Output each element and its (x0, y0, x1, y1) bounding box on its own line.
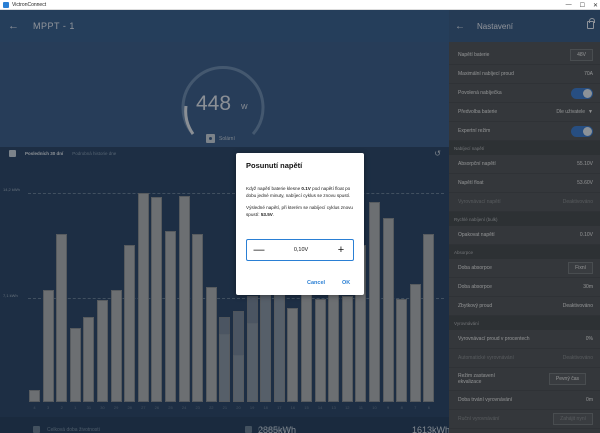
minimize-icon[interactable]: — (566, 2, 572, 8)
voltage-stepper: — 0,10V + (246, 239, 354, 261)
dialog-body: Když napětí baterie klesne 0.1V pod napě… (246, 185, 356, 218)
window-title: VictronConnect (12, 1, 47, 8)
cancel-button[interactable]: Cancel (307, 280, 325, 286)
voltage-offset-dialog: Posunutí napětí Když napětí baterie kles… (236, 153, 364, 295)
dialog-text-2: Výsledné napětí, při kterém se nabíjecí … (246, 204, 356, 218)
plus-icon[interactable]: + (331, 240, 351, 260)
resulting-voltage-text: 53.5V (260, 212, 273, 217)
close-icon[interactable]: ✕ (593, 2, 598, 9)
ok-button[interactable]: OK (342, 280, 350, 286)
minus-icon[interactable]: — (249, 240, 269, 260)
offset-value-text: 0.1V (301, 186, 311, 191)
app-icon (3, 1, 9, 8)
window-controls: — ☐ ✕ (566, 0, 598, 10)
dialog-text-1: Když napětí baterie klesne 0.1V pod napě… (246, 185, 356, 199)
window-titlebar: VictronConnect — ☐ ✕ (0, 0, 600, 10)
dialog-title: Posunutí napětí (246, 161, 303, 170)
stepper-value[interactable]: 0,10V (277, 247, 325, 253)
maximize-icon[interactable]: ☐ (580, 2, 585, 9)
dialog-text-part: Když napětí baterie klesne (246, 186, 302, 191)
dialog-text-part: . (272, 212, 275, 217)
